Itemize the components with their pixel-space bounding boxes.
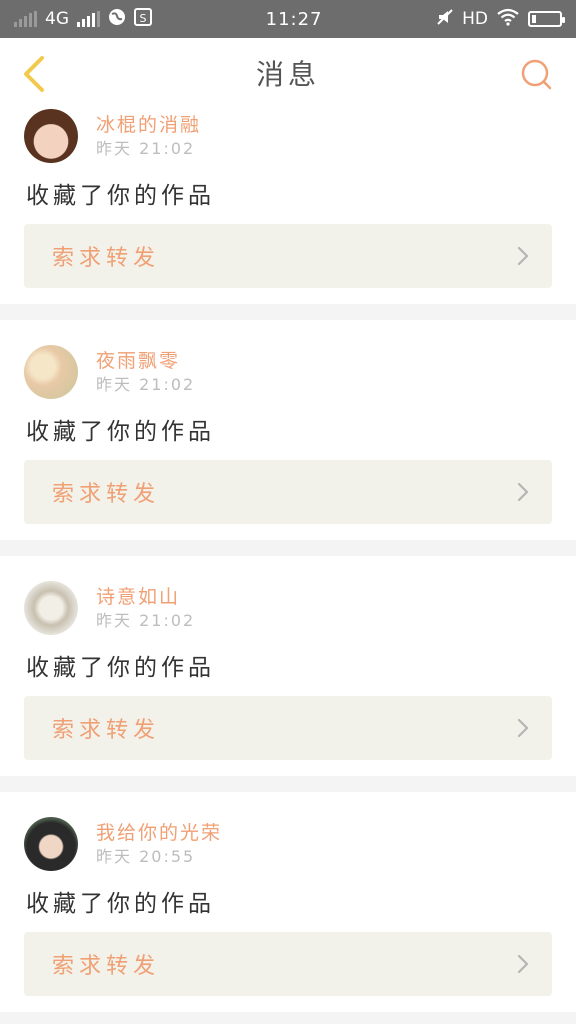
- action-text: 收藏了你的作品: [26, 183, 215, 209]
- request-label: 索求转发: [52, 718, 161, 743]
- avatar[interactable]: [24, 345, 78, 399]
- action-text: 收藏了你的作品: [26, 655, 215, 681]
- search-icon[interactable]: [520, 58, 552, 90]
- username[interactable]: 冰棍的消融: [96, 112, 201, 138]
- status-left: 4G S: [14, 8, 152, 30]
- chevron-right-icon: [517, 246, 529, 266]
- message-card: 冰棍的消融 昨天 21:02 收藏了你的作品 索求转发: [0, 104, 576, 304]
- chevron-left-icon[interactable]: [18, 54, 48, 94]
- status-time: 11:27: [265, 8, 323, 30]
- message-time: 昨天 21:02: [96, 375, 196, 394]
- user-row: 冰棍的消融 昨天 21:02: [24, 108, 552, 164]
- globe-icon: [108, 8, 126, 30]
- navbar: 消息: [0, 38, 576, 108]
- hd-badge: HD: [462, 9, 488, 29]
- chevron-right-icon: [517, 954, 529, 974]
- wifi-icon: [496, 8, 520, 31]
- user-row: 我给你的光荣 昨天 20:55: [24, 816, 552, 872]
- action-text: 收藏了你的作品: [26, 419, 215, 445]
- message-time: 昨天 21:02: [96, 139, 196, 158]
- user-row: 诗意如山 昨天 21:02: [24, 580, 552, 636]
- request-label: 索求转发: [52, 954, 161, 979]
- request-button[interactable]: 索求转发: [24, 224, 552, 288]
- avatar[interactable]: [24, 581, 78, 635]
- signal-icon: [14, 11, 37, 27]
- action-text: 收藏了你的作品: [26, 891, 215, 917]
- user-row: 夜雨飘零 昨天 21:02: [24, 344, 552, 400]
- message-card: 夜雨飘零 昨天 21:02 收藏了你的作品 索求转发: [0, 320, 576, 540]
- signal-strength-icon: [77, 11, 100, 27]
- chevron-right-icon: [517, 718, 529, 738]
- request-button[interactable]: 索求转发: [24, 460, 552, 524]
- message-time: 昨天 20:55: [96, 847, 196, 866]
- username[interactable]: 我给你的光荣: [96, 820, 222, 846]
- user-info: 冰棍的消融 昨天 21:02: [96, 112, 201, 160]
- user-info: 夜雨飘零 昨天 21:02: [96, 348, 195, 396]
- request-label: 索求转发: [52, 246, 161, 271]
- user-info: 诗意如山 昨天 21:02: [96, 584, 195, 632]
- username[interactable]: 诗意如山: [96, 584, 195, 610]
- network-type: 4G: [45, 9, 69, 29]
- avatar[interactable]: [24, 109, 78, 163]
- chevron-right-icon: [517, 482, 529, 502]
- message-card: 诗意如山 昨天 21:02 收藏了你的作品 索求转发: [0, 556, 576, 776]
- message-card: 我给你的光荣 昨天 20:55 收藏了你的作品 索求转发: [0, 792, 576, 1012]
- message-time: 昨天 21:02: [96, 611, 196, 630]
- request-button[interactable]: 索求转发: [24, 932, 552, 996]
- svg-text:S: S: [140, 12, 147, 25]
- request-label: 索求转发: [52, 482, 161, 507]
- avatar[interactable]: [24, 817, 78, 871]
- battery-icon: [528, 11, 565, 27]
- message-list: 冰棍的消融 昨天 21:02 收藏了你的作品 索求转发 夜雨飘零 昨天 21:0…: [0, 104, 576, 1012]
- request-button[interactable]: 索求转发: [24, 696, 552, 760]
- status-right: HD: [436, 8, 565, 31]
- user-info: 我给你的光荣 昨天 20:55: [96, 820, 222, 868]
- mute-icon: [436, 8, 454, 31]
- page-title: 消息: [255, 57, 320, 91]
- username[interactable]: 夜雨飘零: [96, 348, 195, 374]
- sim-icon: S: [134, 8, 152, 30]
- status-bar: 4G S 11:27 HD: [0, 0, 576, 38]
